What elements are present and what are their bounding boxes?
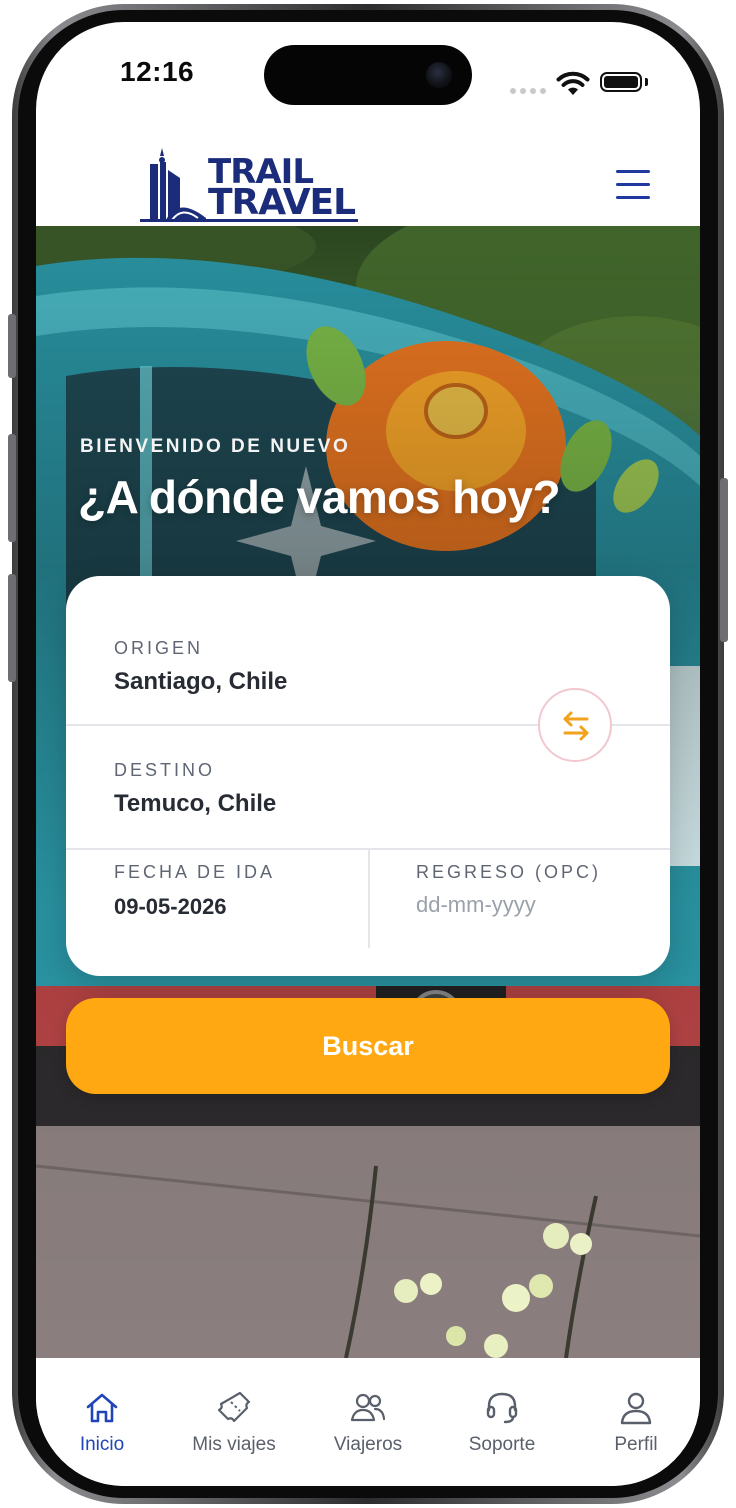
hero-headline: ¿A dónde vamos hoy?	[78, 471, 561, 523]
swap-arrows-icon	[563, 711, 589, 741]
swap-route-button[interactable]	[538, 688, 612, 762]
menu-icon-bar	[616, 196, 650, 199]
tab-inicio-label: Inicio	[79, 1434, 125, 1455]
destination-value: Temuco, Chile	[114, 790, 277, 817]
tower-emblem-icon	[150, 148, 206, 221]
headset-icon	[486, 1392, 518, 1424]
cellular-signal-icon	[510, 88, 546, 94]
tab-mis-viajes[interactable]: Mis viajes	[168, 1358, 300, 1468]
departure-date-field[interactable]: FECHA DE IDA 09-05-2026	[66, 822, 368, 976]
app-screen: 12:16 TRAIL TRAVEL BIENVENIDO DE NUEVO ¿…	[36, 22, 700, 1486]
users-icon	[350, 1393, 386, 1422]
brand-name-line2: TRAVEL	[208, 182, 356, 223]
mute-switch	[8, 314, 16, 378]
return-date-field[interactable]: REGRESO (OPC) dd-mm-yyyy	[368, 822, 670, 976]
logo-underline	[140, 219, 358, 222]
tab-perfil-label: Perfil	[614, 1434, 658, 1455]
menu-icon-bar	[616, 170, 650, 173]
welcome-text: BIENVENIDO DE NUEVO	[80, 436, 351, 457]
battery-icon	[600, 72, 642, 92]
departure-label: FECHA DE IDA	[114, 862, 276, 882]
return-placeholder: dd-mm-yyyy	[416, 892, 536, 917]
search-card: ORIGEN Santiago, Chile DESTINO Temuco, C…	[66, 576, 670, 976]
tab-soporte[interactable]: Soporte	[436, 1358, 568, 1468]
trail-travel-logo[interactable]: TRAIL TRAVEL	[136, 148, 368, 224]
bottom-tab-bar: Inicio Mis viajes Viajeros Soporte Perfi…	[36, 1358, 700, 1486]
tab-perfil[interactable]: Perfil	[570, 1358, 700, 1468]
tab-soporte-label: Soporte	[468, 1434, 536, 1455]
hero-section: BIENVENIDO DE NUEVO ¿A dónde vamos hoy? …	[36, 226, 700, 1358]
volume-up-button	[8, 434, 16, 542]
dynamic-island	[264, 45, 472, 105]
departure-value: 09-05-2026	[114, 894, 227, 919]
return-label: REGRESO (OPC)	[416, 862, 602, 882]
status-time: 12:16	[120, 56, 195, 87]
origin-field[interactable]: ORIGEN Santiago, Chile	[66, 576, 670, 698]
home-icon	[86, 1393, 118, 1423]
front-camera	[426, 62, 452, 88]
tab-mis-viajes-label: Mis viajes	[192, 1434, 276, 1455]
tab-viajeros[interactable]: Viajeros	[302, 1358, 434, 1468]
wifi-icon	[556, 71, 590, 95]
tab-viajeros-label: Viajeros	[333, 1434, 403, 1455]
power-button	[720, 478, 728, 642]
origin-value: Santiago, Chile	[114, 668, 288, 695]
menu-icon-bar	[616, 183, 650, 186]
origin-label: ORIGEN	[114, 638, 204, 658]
app-header: TRAIL TRAVEL	[36, 132, 700, 226]
ticket-icon	[217, 1391, 251, 1423]
volume-down-button	[8, 574, 16, 682]
tab-inicio[interactable]: Inicio	[36, 1358, 168, 1468]
battery-cap	[645, 78, 648, 86]
user-icon	[620, 1392, 652, 1425]
hamburger-menu-button[interactable]	[614, 168, 654, 202]
status-bar: 12:16	[36, 22, 700, 132]
search-button[interactable]: Buscar	[66, 998, 670, 1094]
destination-label: DESTINO	[114, 760, 216, 780]
